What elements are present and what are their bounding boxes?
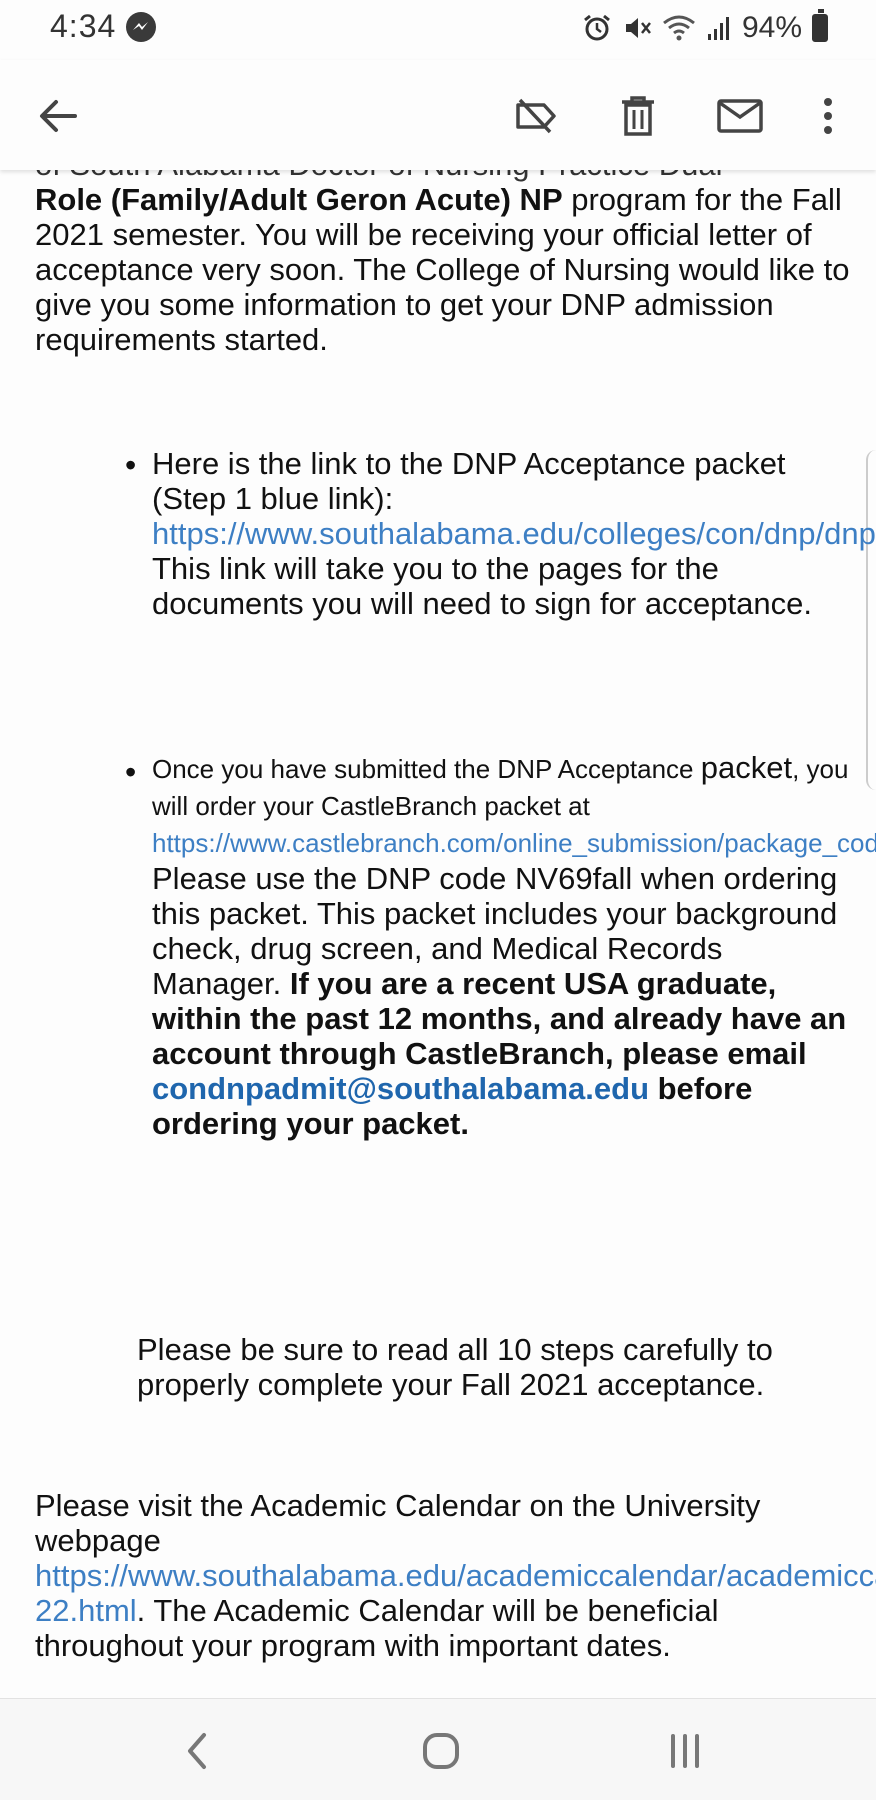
label-off-icon (516, 98, 556, 134)
email-body[interactable]: of South Alabama Doctor of Nursing Pract… (0, 150, 876, 1698)
calendar-paragraph: Please visit the Academic Calendar on th… (35, 1488, 876, 1663)
status-time: 4:34 (50, 8, 117, 44)
nav-home-button[interactable] (416, 1729, 466, 1773)
steps-note: Please be sure to read all 10 steps care… (137, 1332, 773, 1402)
castlebranch-link[interactable]: https://www.castlebranch.com/online_subm… (152, 828, 876, 858)
mute-icon (625, 18, 651, 38)
battery-icon (812, 9, 828, 42)
delete-icon (622, 96, 654, 136)
bullet1-text-before: Here is the link to the DNP Acceptance p… (152, 446, 786, 516)
status-bar: 4:34 94% (0, 0, 876, 60)
list-item-acceptance-packet: Here is the link to the DNP Acceptance p… (152, 446, 876, 621)
nav-recents-button[interactable] (660, 1729, 710, 1773)
bullet-dot: • (125, 754, 137, 790)
program-name: Role (Family/Adult Geron Acute) NP (35, 182, 563, 217)
back-button[interactable] (30, 88, 86, 144)
list-item-castlebranch: Once you have submitted the DNP Acceptan… (152, 750, 876, 1141)
bullet-dot: • (125, 447, 137, 483)
more-vert-icon (824, 98, 832, 134)
nav-home-icon (423, 1733, 459, 1769)
calendar-text-after: . The Academic Calendar will be benefici… (35, 1593, 719, 1663)
back-arrow-icon (40, 100, 77, 132)
email-toolbar (0, 60, 876, 170)
calendar-text-before: Please visit the Academic Calendar on th… (35, 1488, 761, 1558)
nav-back-icon (188, 1733, 206, 1769)
alarm-icon (584, 14, 610, 41)
mail-icon (717, 99, 763, 133)
delete-button[interactable] (610, 88, 666, 144)
wifi-icon (663, 15, 695, 41)
label-off-button[interactable] (508, 88, 564, 144)
nav-back-button[interactable] (172, 1729, 222, 1773)
bullet2-text-a: Once you have submitted the DNP Acceptan… (152, 754, 701, 784)
mark-unread-button[interactable] (712, 88, 768, 144)
system-nav-bar (0, 1698, 876, 1800)
battery-percentage: 94% (741, 11, 802, 44)
more-options-button[interactable] (800, 88, 856, 144)
signal-icon (707, 17, 729, 40)
messenger-icon (126, 12, 156, 42)
acceptance-packet-link[interactable]: https://www.southalabama.edu/colleges/co… (152, 516, 876, 551)
intro-paragraph: of South Alabama Doctor of Nursing Pract… (35, 150, 855, 357)
nav-recents-icon (671, 1734, 699, 1768)
scrollbar[interactable] (866, 450, 876, 790)
status-icons: 94% (582, 9, 828, 46)
bullet2-text-packet: packet (700, 750, 793, 785)
admissions-email-link[interactable]: condnpadmit@southalabama.edu (152, 1071, 649, 1106)
